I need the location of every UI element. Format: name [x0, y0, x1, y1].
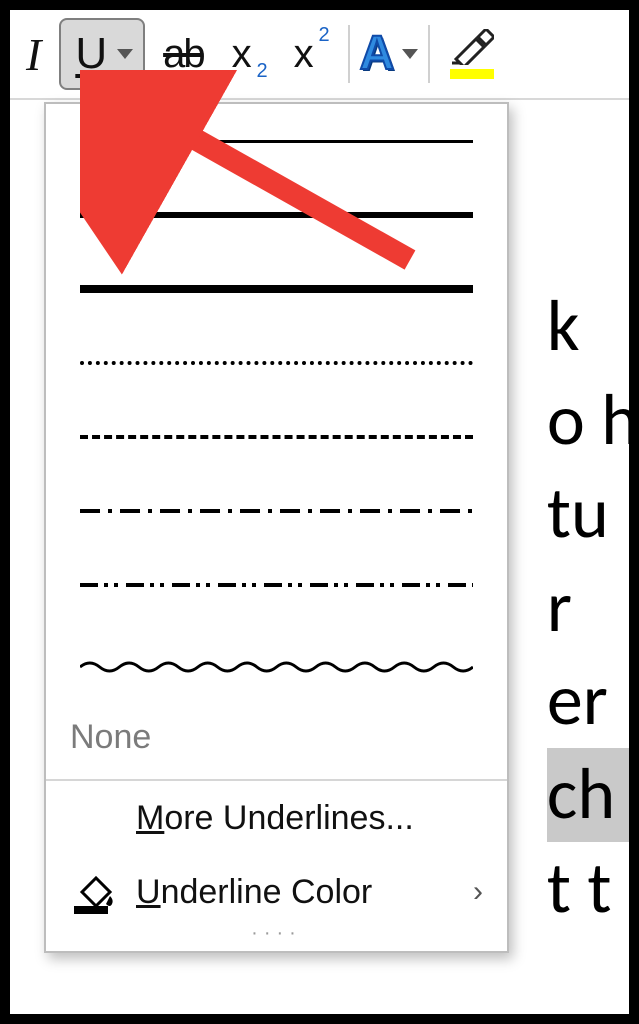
strikethrough-icon: ab — [163, 32, 204, 77]
more-underlines-menu-item[interactable]: More Underlines... — [46, 781, 507, 852]
line-sample-icon — [80, 212, 473, 218]
subscript-icon: x — [232, 32, 266, 77]
formatting-toolbar: I U ab x x A — [10, 10, 629, 100]
subscript-button[interactable]: x — [222, 22, 276, 86]
underline-icon: U — [75, 32, 107, 76]
underline-style-thick[interactable] — [46, 252, 507, 326]
underline-style-dash-dot-dot[interactable] — [46, 548, 507, 622]
highlighter-icon — [450, 29, 494, 65]
italic-button[interactable]: I — [16, 22, 51, 86]
paint-bucket-icon — [70, 870, 118, 914]
document-body-text: k o h tu r er ch t t — [547, 280, 639, 935]
underline-none[interactable]: None — [46, 696, 507, 781]
underline-style-dash-dot[interactable] — [46, 474, 507, 548]
underline-style-double[interactable] — [46, 178, 507, 252]
text-effects-button[interactable]: A — [360, 30, 419, 78]
highlight-color-button[interactable] — [440, 22, 504, 86]
line-sample-icon — [80, 583, 473, 587]
superscript-button[interactable]: x — [284, 22, 338, 86]
screenshot-frame: I U ab x x A — [0, 0, 639, 1024]
underline-style-dashed[interactable] — [46, 400, 507, 474]
underline-style-single[interactable] — [46, 104, 507, 178]
chevron-down-icon[interactable] — [117, 49, 133, 59]
line-sample-icon — [80, 509, 473, 513]
strikethrough-button[interactable]: ab — [153, 22, 214, 86]
superscript-icon: x — [294, 32, 328, 77]
italic-icon: I — [26, 28, 41, 81]
underline-style-dotted[interactable] — [46, 326, 507, 400]
underline-style-wave[interactable] — [46, 622, 507, 696]
chevron-right-icon: › — [473, 875, 483, 909]
line-sample-icon — [80, 361, 473, 365]
line-sample-icon — [80, 435, 473, 439]
toolbar-separator — [348, 25, 350, 83]
menu-label: More Underlines... — [136, 799, 414, 838]
chevron-down-icon[interactable] — [402, 49, 418, 59]
menu-label: Underline Color — [136, 873, 372, 912]
line-sample-icon — [80, 285, 473, 293]
underline-color-menu-item[interactable]: Underline Color › — [46, 852, 507, 928]
toolbar-separator — [428, 25, 430, 83]
underline-split-button[interactable]: U — [59, 18, 145, 90]
highlight-color-swatch — [450, 69, 494, 79]
menu-label: None — [70, 718, 151, 756]
underline-style-dropdown: None More Underlines... Underline Color … — [44, 102, 509, 953]
text-effects-icon: A — [360, 30, 395, 78]
line-sample-icon — [80, 140, 473, 143]
menu-resize-handle[interactable]: ···· — [46, 922, 507, 951]
